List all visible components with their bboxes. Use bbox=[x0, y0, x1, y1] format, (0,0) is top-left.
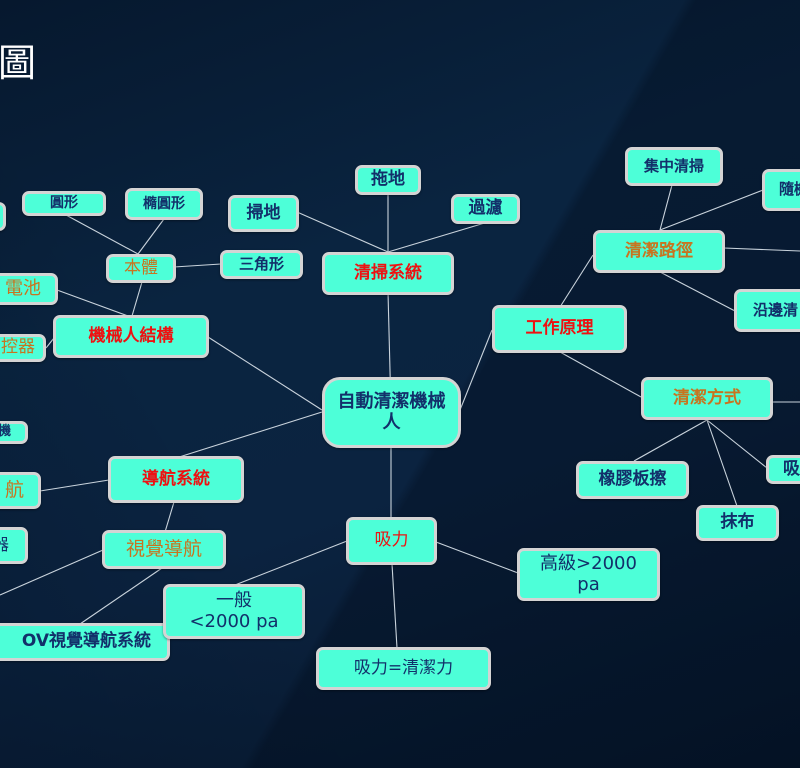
link-method-cloth bbox=[706, 419, 738, 507]
link-suction-high bbox=[435, 541, 519, 574]
link-body-triangle bbox=[173, 263, 222, 268]
node-normal-suction[interactable]: 一般<2000 pa bbox=[163, 584, 305, 639]
link-visual-ov bbox=[79, 567, 163, 625]
link-wp-path bbox=[559, 254, 594, 308]
link-path-right bbox=[723, 247, 800, 252]
link-cs-sweep bbox=[296, 211, 389, 253]
link-body-round bbox=[65, 214, 139, 255]
link-path-random bbox=[659, 189, 764, 231]
node-nav-device[interactable]: 器 bbox=[0, 527, 28, 564]
link-suction-equals bbox=[391, 563, 398, 649]
node-cleaning-path[interactable]: 清潔路徑 bbox=[593, 230, 725, 273]
node-random[interactable]: 隨機 bbox=[762, 169, 800, 211]
node-suction[interactable]: 吸力 bbox=[346, 517, 437, 565]
node-suction-equals[interactable]: 吸力=清潔力 bbox=[316, 647, 491, 690]
node-ov-visual-nav[interactable]: OV視覺導航系統 bbox=[0, 623, 170, 661]
node-cloth[interactable]: 抹布 bbox=[696, 505, 779, 541]
link-center-working-principle bbox=[459, 329, 493, 411]
node-high-suction[interactable]: 高級>2000 pa bbox=[517, 548, 660, 601]
node-round[interactable]: 圓形 bbox=[22, 191, 106, 216]
link-center-navigation bbox=[175, 411, 323, 459]
node-cleaning-method[interactable]: 清潔方式 bbox=[641, 377, 773, 420]
node-navigation-system[interactable]: 導航系統 bbox=[108, 456, 244, 503]
link-nav-visual bbox=[164, 501, 175, 533]
link-center-robot-structure bbox=[207, 336, 323, 411]
node-nav-machine[interactable]: 機 bbox=[0, 421, 28, 444]
link-wp-method bbox=[559, 351, 642, 398]
node-rubber-wiper[interactable]: 橡膠板擦 bbox=[576, 461, 689, 499]
node-edge-cleaning[interactable]: 沿邊清 bbox=[734, 289, 800, 332]
node-battery[interactable]: 電池 bbox=[0, 273, 58, 305]
node-body[interactable]: 本體 bbox=[106, 254, 176, 283]
link-cs-filter bbox=[387, 221, 489, 253]
node-sweep[interactable]: 掃地 bbox=[228, 195, 299, 232]
node-cleaning-system[interactable]: 清掃系統 bbox=[322, 252, 454, 295]
link-path-focused bbox=[659, 184, 673, 231]
node-focused-cleaning[interactable]: 集中清掃 bbox=[625, 147, 723, 186]
link-body-oval bbox=[137, 218, 165, 255]
node-triangle[interactable]: 三角形 bbox=[220, 250, 303, 279]
node-suck[interactable]: 吸 bbox=[766, 455, 800, 484]
node-filter[interactable]: 過濾 bbox=[451, 194, 520, 224]
link-path-edge bbox=[659, 271, 736, 312]
node-working-principle[interactable]: 工作原理 bbox=[492, 305, 627, 353]
node-robot-structure[interactable]: 機械人結構 bbox=[53, 315, 209, 358]
node-nav-hang[interactable]: 航 bbox=[0, 472, 41, 509]
node-visual-navigation[interactable]: 視覺導航 bbox=[102, 530, 226, 569]
node-oval[interactable]: 橢圓形 bbox=[125, 188, 203, 220]
link-rs-body bbox=[131, 281, 143, 317]
link-method-rubber bbox=[633, 419, 708, 462]
node-mop[interactable]: 拖地 bbox=[355, 165, 421, 195]
link-suction-normal bbox=[234, 540, 348, 586]
link-nav-hang bbox=[39, 479, 110, 492]
node-left-edge-top[interactable] bbox=[0, 202, 6, 231]
node-controller[interactable]: 控器 bbox=[0, 334, 46, 362]
node-center[interactable]: 自動清潔機械人 bbox=[322, 377, 461, 448]
link-method-suck bbox=[706, 419, 768, 469]
link-rs-battery bbox=[56, 289, 129, 317]
